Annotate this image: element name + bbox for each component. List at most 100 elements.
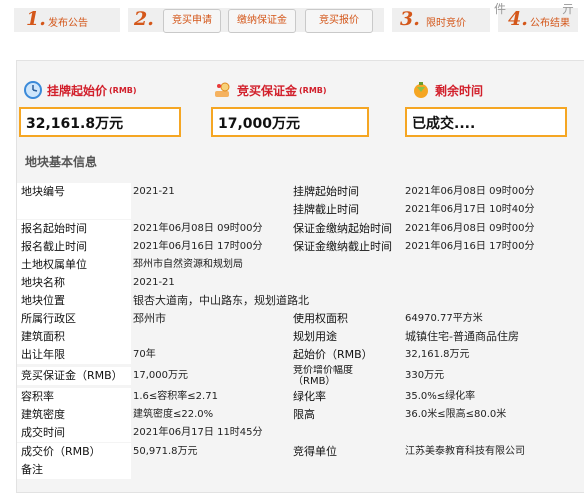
row-label-right	[293, 274, 403, 292]
row-label	[17, 201, 131, 219]
deposit-label: 竞买保证金	[237, 83, 298, 98]
row-value-right: 2021年06月16日 17时00分	[405, 241, 535, 252]
row-label-right: 保证金缴纳起始时间	[293, 222, 392, 235]
row-label: 建筑面积	[17, 328, 131, 346]
row-label-right: 保证金缴纳截止时间	[293, 240, 392, 253]
row-value: 50,971.8万元	[133, 446, 198, 457]
section-title: 地块基本信息	[25, 155, 98, 169]
row-value: 邳州市	[133, 312, 166, 325]
row-label: 建筑密度	[17, 406, 131, 424]
row-value-right: 2021年06月08日 09时00分	[405, 186, 535, 197]
row-value: 建筑密度≤22.0%	[133, 409, 214, 420]
row-value: 1.6≤容积率≤2.71	[133, 391, 218, 402]
row-value-right	[405, 274, 575, 292]
row-value-right: 32,161.8万元	[405, 349, 470, 360]
row-label: 地块编号	[17, 183, 131, 201]
table-row: 出让年限 70年 起始价（RMB） 32,161.8万元	[17, 346, 584, 364]
row-value-right: 330万元	[405, 370, 445, 381]
row-label: 容积率	[17, 388, 131, 406]
step-2-sub-pay-deposit: 缴纳保证金	[228, 9, 296, 33]
table-row: 地块位置 银杏大道南，中山路东，规划道路北	[17, 292, 584, 310]
row-label: 地块名称	[17, 274, 131, 292]
row-value: 70年	[133, 349, 156, 360]
row-label-right	[293, 461, 403, 479]
step-1-label: 发布公告	[48, 18, 88, 29]
start-price-header: 挂牌起始价 (RMB)	[23, 79, 137, 101]
row-label: 成交价（RMB）	[17, 443, 131, 461]
row-label: 报名起始时间	[17, 220, 131, 238]
row-value	[133, 201, 291, 219]
step-2-sub-bid-application: 竞买申请	[163, 9, 221, 33]
row-value: 17,000万元	[133, 370, 188, 381]
table-row: 地块编号 2021-21 挂牌起始时间 2021年06月08日 09时00分	[17, 183, 584, 201]
row-value: 2021年06月08日 09时00分	[133, 223, 263, 234]
row-value-right: 35.0%≤绿化率	[405, 391, 476, 402]
table-row: 报名起始时间 2021年06月08日 09时00分 保证金缴纳起始时间 2021…	[17, 220, 584, 238]
row-label-right: 规划用途	[293, 330, 337, 343]
row-value: 银杏大道南，中山路东，规划道路北	[133, 294, 309, 307]
table-row: 土地权属单位 邳州市自然资源和规划局	[17, 256, 584, 274]
remaining-time-header: 剩余时间	[411, 79, 483, 101]
row-value	[133, 461, 291, 479]
table-row: 所属行政区 邳州市 使用权面积 64970.77平方米	[17, 310, 584, 328]
row-label: 地块位置	[17, 292, 131, 310]
table-row: 备注	[17, 461, 584, 479]
table-row: 成交价（RMB） 50,971.8万元 竞得单位 江苏美泰教育科技有限公司	[17, 443, 584, 461]
remaining-time-value: 已成交....	[405, 107, 567, 137]
row-value-right: 36.0米≤限高≤80.0米	[405, 409, 507, 420]
hand-coin-icon	[213, 80, 233, 100]
row-label: 土地权属单位	[17, 256, 131, 274]
step-1: 1. 发布公告	[14, 8, 120, 32]
row-label: 所属行政区	[17, 310, 131, 328]
row-value: 2021年06月17日 11时45分	[133, 427, 263, 438]
step-1-number: 1.	[26, 8, 46, 30]
corner-char-2: 亓	[562, 2, 575, 16]
table-row: 报名截止时间 2021年06月16日 17时00分 保证金缴纳截止时间 2021…	[17, 238, 584, 256]
row-label: 报名截止时间	[17, 238, 131, 256]
row-label-right	[397, 292, 403, 310]
row-value: 2021年06月16日 17时00分	[133, 241, 263, 252]
step-2-sub-bid-quote: 竞买报价	[305, 9, 373, 33]
row-value-right	[405, 292, 575, 310]
table-row: 挂牌截止时间 2021年06月17日 10时40分	[17, 201, 584, 219]
deposit-header: 竞买保证金 (RMB)	[213, 79, 327, 101]
row-value: 2021-21	[133, 186, 175, 197]
row-label-right: 挂牌起始时间	[293, 185, 359, 198]
step-3: 3. 限时竞价	[392, 8, 490, 32]
row-label: 备注	[17, 461, 131, 479]
row-value-right: 2021年06月08日 09时00分	[405, 223, 535, 234]
row-label-right: 使用权面积	[293, 312, 348, 325]
table-row: 容积率 1.6≤容积率≤2.71 绿化率 35.0%≤绿化率	[17, 388, 584, 406]
table-row: 建筑面积 规划用途 城镇住宅-普通商品住房	[17, 328, 584, 346]
step-4-number: 4.	[508, 8, 528, 30]
clock-icon	[23, 80, 43, 100]
row-label-right	[293, 256, 403, 274]
row-label-right: 竞价增价幅度（RMB）	[293, 365, 353, 387]
start-price-unit: (RMB)	[109, 85, 137, 95]
row-value-right	[405, 461, 575, 479]
step-3-label: 限时竞价	[426, 18, 466, 29]
row-label: 出让年限	[17, 346, 131, 364]
row-label-right: 绿化率	[293, 390, 326, 403]
row-value	[133, 328, 291, 346]
row-label-right	[293, 424, 403, 442]
corner-char-1: 件	[494, 2, 507, 16]
remaining-time-label: 剩余时间	[435, 83, 484, 98]
row-label-right: 起始价（RMB）	[293, 348, 373, 361]
table-row: 竞买保证金（RMB） 17,000万元 竞价增价幅度（RMB） 330万元	[17, 365, 584, 387]
step-2-number: 2.	[134, 8, 154, 30]
deposit-unit: (RMB)	[299, 85, 327, 95]
row-value-right: 城镇住宅-普通商品住房	[405, 330, 519, 343]
row-value: 2021-21	[133, 277, 175, 288]
deposit-value: 17,000万元	[211, 107, 369, 137]
row-label: 竞买保证金（RMB）	[17, 367, 131, 385]
row-label-right: 挂牌截止时间	[293, 203, 359, 216]
table-row: 建筑密度 建筑密度≤22.0% 限高 36.0米≤限高≤80.0米	[17, 406, 584, 424]
step-3-number: 3.	[400, 8, 420, 30]
table-row: 地块名称 2021-21	[17, 274, 584, 292]
table-row: 成交时间 2021年06月17日 11时45分	[17, 424, 584, 442]
start-price-label: 挂牌起始价	[47, 83, 108, 98]
row-label-right: 限高	[293, 408, 315, 421]
row-value-right: 江苏美泰教育科技有限公司	[405, 446, 525, 457]
land-info-panel: 挂牌起始价 (RMB) 32,161.8万元 竞买保证金 (RMB) 17,00…	[16, 60, 584, 493]
